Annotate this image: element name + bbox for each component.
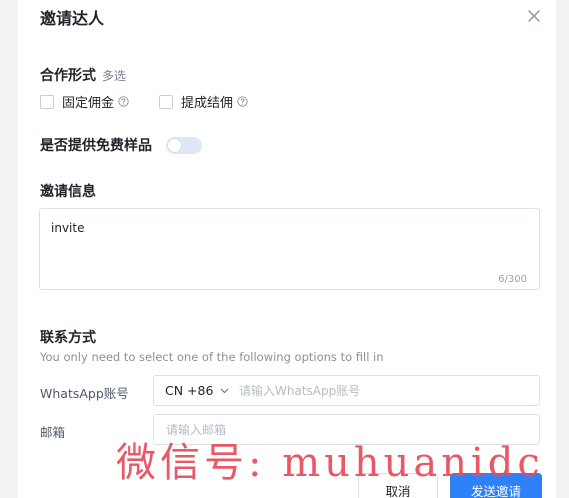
- dialog-title: 邀请达人: [40, 9, 105, 28]
- checkbox-box[interactable]: [40, 94, 54, 109]
- cooperation-label: 合作形式: [40, 68, 96, 84]
- toggle-knob: [168, 139, 181, 152]
- invite-message-textarea[interactable]: invite 6/300: [39, 208, 540, 290]
- invite-info-label: 邀请信息: [40, 184, 96, 200]
- cooperation-section: 合作形式 多选: [40, 65, 126, 85]
- invite-message-value: invite: [51, 221, 85, 235]
- country-code-value: CN +86: [165, 383, 214, 398]
- contact-hint: You only need to select one of the follo…: [40, 350, 384, 364]
- free-sample-label: 是否提供免费样品: [40, 138, 152, 154]
- char-counter: 6/300: [498, 274, 527, 285]
- email-field[interactable]: 请输入邮箱: [153, 414, 540, 445]
- invite-dialog: 邀请达人 合作形式 多选 固定佣金 提成结佣 是否提供免费样品 邀请信息 inv…: [18, 0, 556, 498]
- whatsapp-input[interactable]: 请输入WhatsApp账号: [230, 382, 360, 399]
- email-input[interactable]: 请输入邮箱: [154, 421, 226, 438]
- checkbox-box[interactable]: [159, 94, 174, 109]
- whatsapp-field: CN +86 请输入WhatsApp账号: [153, 375, 540, 406]
- help-icon[interactable]: [118, 96, 129, 107]
- contact-label: 联系方式: [40, 330, 96, 346]
- whatsapp-label: WhatsApp账号: [40, 386, 129, 401]
- multi-select-note: 多选: [102, 69, 127, 83]
- country-code-select[interactable]: CN +86: [154, 376, 230, 405]
- fixed-commission-checkbox[interactable]: 固定佣金: [40, 92, 129, 111]
- fixed-commission-label: 固定佣金: [62, 96, 115, 111]
- cooperation-options: 固定佣金 提成结佣: [40, 92, 278, 111]
- close-icon[interactable]: [524, 6, 544, 26]
- cancel-button[interactable]: 取消: [358, 473, 438, 498]
- commission-settlement-label: 提成结佣: [181, 96, 234, 111]
- email-label: 邮箱: [40, 425, 66, 440]
- chevron-down-icon: [220, 388, 229, 394]
- help-icon[interactable]: [237, 96, 248, 107]
- free-sample-toggle[interactable]: [166, 137, 202, 154]
- send-invite-button[interactable]: 发送邀请: [450, 473, 542, 498]
- commission-settlement-checkbox[interactable]: 提成结佣: [159, 92, 248, 111]
